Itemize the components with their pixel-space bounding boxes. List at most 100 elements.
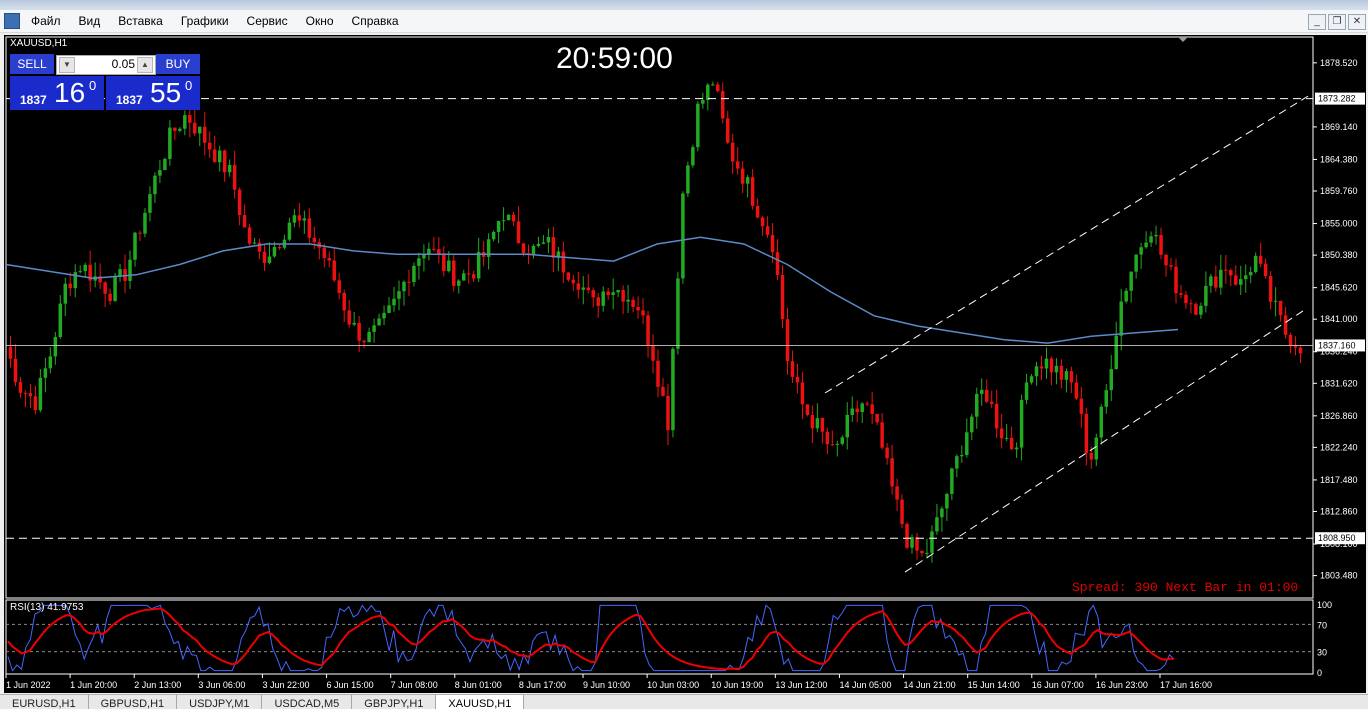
x-tick-label: 8 Jun 17:00 (519, 680, 566, 690)
candle-body (242, 215, 247, 228)
x-tick-label: 3 Jun 22:00 (262, 680, 309, 690)
candle-body (735, 161, 740, 169)
candle-body (631, 299, 635, 308)
price-chart[interactable]: 1873.2821808.9501837.160 1878.5201869.14… (0, 0, 1368, 708)
x-tick-label: 14 Jun 05:00 (839, 680, 891, 690)
candle-body (1054, 365, 1059, 373)
candle-body (930, 531, 934, 553)
candle-body (551, 237, 556, 258)
candle-body (128, 259, 132, 281)
candle-body (651, 345, 655, 361)
candle-body (307, 218, 312, 238)
candle-body (153, 175, 157, 195)
candle-body (681, 193, 685, 279)
candle-body (641, 310, 645, 316)
candle-body (1204, 285, 1208, 306)
tab-gbpjpy[interactable]: GBPJPY,H1 (352, 695, 437, 709)
x-tick-label: 1 Jun 2022 (6, 680, 51, 690)
lot-size-value[interactable]: 0.05 (77, 57, 135, 71)
candle-body (28, 393, 33, 397)
candle-body (212, 149, 217, 163)
lot-size-stepper[interactable]: ▼ 0.05 ▲ (56, 55, 156, 75)
candle-body (795, 376, 800, 383)
tab-eurusd[interactable]: EURUSD,H1 (0, 695, 89, 709)
candle-body (1094, 437, 1099, 460)
buy-button[interactable]: BUY (156, 54, 200, 74)
candle-body (1243, 275, 1248, 280)
candle-body (367, 331, 371, 343)
candle-body (596, 297, 600, 306)
rsi-label: RSI(13) 41.9753 (10, 602, 84, 613)
candle-body (1089, 452, 1094, 460)
sell-button[interactable]: SELL (10, 54, 54, 74)
candle-body (511, 214, 516, 222)
candle-body (1144, 242, 1148, 248)
candle-body (591, 290, 595, 298)
increase-lot-icon[interactable]: ▲ (137, 57, 153, 73)
tab-xauusd[interactable]: XAUUSD,H1 (436, 695, 525, 709)
candle-body (994, 403, 999, 429)
candle-body (1263, 263, 1268, 276)
candle-body (935, 517, 939, 532)
candle-body (138, 232, 142, 234)
candle-body (1039, 366, 1044, 369)
candle-body (561, 251, 566, 273)
candle-body (422, 254, 426, 259)
candle-body (1154, 234, 1158, 237)
candle-body (1159, 234, 1163, 255)
y-tick-label: 1831.620 (1320, 378, 1358, 388)
candle-body (257, 242, 262, 252)
candle-body (342, 292, 346, 311)
candle-body (262, 251, 267, 263)
x-tick-label: 8 Jun 01:00 (455, 680, 502, 690)
tab-usdcad[interactable]: USDCAD,M5 (262, 695, 353, 709)
candle-body (1064, 371, 1069, 380)
candle-body (407, 281, 411, 283)
candle-body (1199, 305, 1203, 315)
candle-body (676, 278, 680, 349)
candle-body (765, 226, 770, 235)
candle-body (1129, 271, 1133, 291)
candle-body (58, 303, 63, 338)
candle-body (496, 220, 501, 232)
candle-body (815, 418, 820, 429)
candle-body (392, 298, 396, 306)
candle-body (292, 215, 297, 223)
candle-body (626, 299, 630, 302)
candle-body (83, 264, 87, 272)
candle-body (915, 537, 919, 551)
tab-usdjpy[interactable]: USDJPY,M1 (177, 695, 263, 709)
x-tick-label: 3 Jun 06:00 (198, 680, 245, 690)
y-tick-label: 1845.620 (1320, 283, 1358, 293)
y-tick-label: 1803.480 (1320, 571, 1358, 581)
candle-body (183, 115, 187, 129)
candle-body (850, 408, 854, 415)
candle-body (885, 447, 889, 459)
candle-body (447, 260, 451, 272)
candle-body (252, 242, 257, 244)
candle-body (347, 310, 351, 325)
candle-body (133, 232, 137, 260)
decrease-lot-icon[interactable]: ▼ (59, 57, 75, 73)
candle-body (566, 272, 571, 280)
candle-body (516, 221, 521, 244)
buy-quote[interactable]: 1837 55 0 (106, 76, 200, 110)
candle-body (1258, 255, 1263, 264)
sell-quote[interactable]: 1837 16 0 (10, 76, 104, 110)
candle-body (232, 164, 237, 190)
candle-body (835, 443, 840, 445)
x-tick-label: 10 Jun 19:00 (711, 680, 763, 690)
candle-body (417, 258, 421, 266)
y-tick-label: 1864.380 (1320, 154, 1358, 164)
y-tick-label: 1841.000 (1320, 314, 1358, 324)
candle-body (1214, 276, 1218, 288)
candle-body (760, 217, 765, 227)
candle-body (501, 220, 506, 222)
candle-body (1059, 365, 1064, 380)
candle-body (720, 91, 725, 119)
tab-gbpusd[interactable]: GBPUSD,H1 (89, 695, 178, 709)
candle-body (706, 84, 710, 101)
candle-body (312, 237, 317, 243)
candle-body (237, 189, 242, 216)
candle-body (950, 468, 954, 494)
